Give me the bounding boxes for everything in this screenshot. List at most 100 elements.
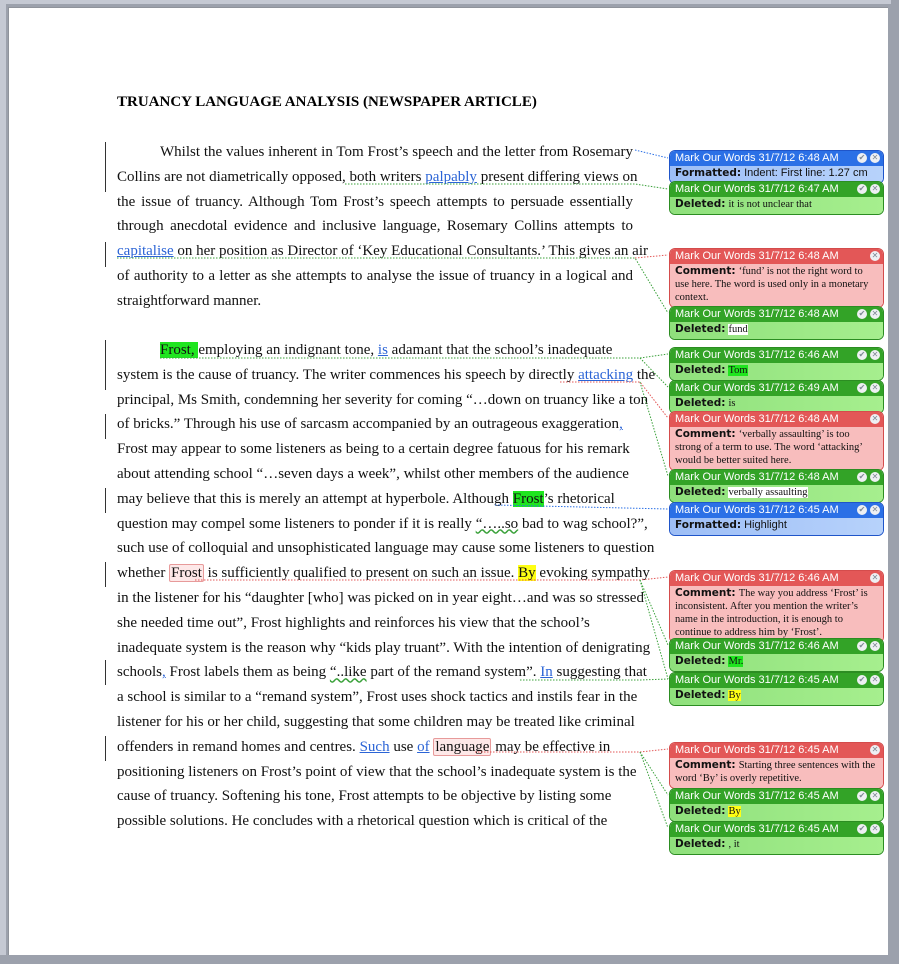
text-run: adamant that the school’s inadequate bbox=[387, 342, 613, 358]
balloon-label: Comment: bbox=[675, 428, 736, 440]
balloon-author: Mark Our Words bbox=[675, 152, 756, 164]
balloon-date: 31/7/12 6:49 AM bbox=[758, 382, 839, 394]
accept-change-icon[interactable]: ✔ bbox=[857, 675, 867, 685]
highlighted-text[interactable]: By bbox=[518, 565, 536, 582]
formatting-balloon[interactable]: Mark Our Words 31/7/12 6:48 AM ✔ ✕ Formatte… bbox=[669, 150, 884, 184]
balloon-header: Mark Our Words 31/7/12 6:46 AM ✔ ✕ bbox=[670, 639, 883, 654]
tracked-insertion[interactable]: capitalise bbox=[117, 243, 174, 259]
reject-change-icon[interactable]: ✕ bbox=[870, 505, 880, 515]
deletion-balloon[interactable]: Mark Our Words 31/7/12 6:45 AM ✔ ✕ Deleted:… bbox=[669, 788, 884, 822]
tracked-deletion-marker[interactable]: language bbox=[433, 737, 492, 756]
accept-change-icon[interactable]: ✔ bbox=[857, 309, 867, 319]
comment-balloon[interactable]: Mark Our Words 31/7/12 6:48 AM ✕ Comment: … bbox=[669, 411, 884, 471]
balloon-text: , it bbox=[728, 839, 740, 850]
tracked-insertion[interactable]: attacking bbox=[578, 367, 633, 383]
text-run: such use of colloquial and unsophisticat… bbox=[117, 540, 655, 557]
text-line: principal, Ms Smith, condemning her seve… bbox=[117, 390, 648, 410]
reject-change-icon[interactable]: ✕ bbox=[870, 184, 880, 194]
accept-change-icon[interactable]: ✔ bbox=[857, 505, 867, 515]
delete-comment-icon[interactable]: ✕ bbox=[870, 573, 880, 583]
text-line: of bricks.” Through his use of sarcasm a… bbox=[117, 414, 633, 434]
balloon-text: Indent: First line: 1.27 cm bbox=[744, 167, 868, 179]
tracked-deletion-marker[interactable]: Frost bbox=[169, 564, 204, 583]
text-line: such use of colloquial and unsophisticat… bbox=[117, 538, 654, 558]
deletion-balloon[interactable]: Mark Our Words 31/7/12 6:45 AM ✔ ✕ Deleted:… bbox=[669, 672, 884, 706]
delete-comment-icon[interactable]: ✕ bbox=[870, 251, 880, 261]
balloon-text: Highlight bbox=[744, 519, 787, 531]
accept-change-icon[interactable]: ✔ bbox=[857, 350, 867, 360]
change-bar bbox=[105, 242, 106, 267]
grammar-flag[interactable]: “..like bbox=[330, 664, 367, 680]
text-line: Whilst the values inherent in Tom Frost’… bbox=[160, 142, 633, 162]
balloon-author: Mark Our Words bbox=[675, 183, 756, 195]
text-run: positioning listeners on Frost’s point o… bbox=[117, 763, 637, 780]
text-run: through anecdotal evidence and inclusive… bbox=[117, 218, 633, 235]
reject-change-icon[interactable]: ✕ bbox=[870, 309, 880, 319]
balloon-header: Mark Our Words 31/7/12 6:45 AM ✔ ✕ bbox=[670, 822, 883, 837]
reject-change-icon[interactable]: ✕ bbox=[870, 472, 880, 482]
accept-change-icon[interactable]: ✔ bbox=[857, 824, 867, 834]
balloon-date: 31/7/12 6:48 AM bbox=[758, 308, 839, 320]
text-line: may believe that this is merely an attem… bbox=[117, 489, 633, 509]
balloon-date: 31/7/12 6:45 AM bbox=[758, 504, 839, 516]
accept-change-icon[interactable]: ✔ bbox=[857, 184, 867, 194]
formatting-balloon[interactable]: Mark Our Words 31/7/12 6:45 AM ✔ ✕ Formatte… bbox=[669, 502, 884, 536]
text-run: she needed time out”, Frost highlights a… bbox=[117, 614, 590, 631]
balloon-author: Mark Our Words bbox=[675, 471, 756, 483]
deletion-balloon[interactable]: Mark Our Words 31/7/12 6:45 AM ✔ ✕ Deleted:… bbox=[669, 821, 884, 855]
text-line: offenders in remand homes and centres. S… bbox=[117, 737, 633, 757]
delete-comment-icon[interactable]: ✕ bbox=[870, 745, 880, 755]
balloon-author: Mark Our Words bbox=[675, 640, 756, 652]
comment-balloon[interactable]: Mark Our Words 31/7/12 6:45 AM ✕ Comment: … bbox=[669, 742, 884, 789]
tracked-insertion[interactable]: , bbox=[619, 416, 623, 432]
tracked-insertion[interactable]: of bbox=[417, 739, 430, 755]
balloon-header: Mark Our Words 31/7/12 6:45 AM ✕ bbox=[670, 743, 883, 758]
reject-change-icon[interactable]: ✕ bbox=[870, 675, 880, 685]
text-line: Frost, employing an indignant tone, is a… bbox=[160, 340, 633, 360]
text-line: straightforward manner. bbox=[117, 291, 633, 311]
balloon-label: Deleted: bbox=[675, 655, 726, 667]
text-run: may be effective in bbox=[491, 738, 611, 755]
accept-change-icon[interactable]: ✔ bbox=[857, 383, 867, 393]
delete-comment-icon[interactable]: ✕ bbox=[870, 414, 880, 424]
comment-balloon[interactable]: Mark Our Words 31/7/12 6:48 AM ✕ Comment: … bbox=[669, 248, 884, 308]
balloon-header: Mark Our Words 31/7/12 6:46 AM ✔ ✕ bbox=[670, 348, 883, 363]
tracked-insertion[interactable]: is bbox=[378, 342, 388, 358]
reject-change-icon[interactable]: ✕ bbox=[870, 641, 880, 651]
text-line: she needed time out”, Frost highlights a… bbox=[117, 613, 633, 633]
deletion-balloon[interactable]: Mark Our Words 31/7/12 6:46 AM ✔ ✕ Deleted:… bbox=[669, 347, 884, 381]
tracked-insertion[interactable]: palpably bbox=[425, 169, 477, 185]
accept-change-icon[interactable]: ✔ bbox=[857, 153, 867, 163]
balloon-header: Mark Our Words 31/7/12 6:48 AM ✔ ✕ bbox=[670, 151, 883, 166]
highlighted-text[interactable]: Frost bbox=[160, 342, 191, 358]
highlighted-text[interactable]: Frost bbox=[512, 490, 544, 507]
text-run: principal, Ms Smith, condemning her seve… bbox=[117, 391, 649, 408]
text-line: through anecdotal evidence and inclusive… bbox=[117, 216, 633, 236]
text-run: bad to wag school?”, bbox=[518, 515, 648, 532]
deletion-balloon[interactable]: Mark Our Words 31/7/12 6:47 AM ✔ ✕ Deleted:… bbox=[669, 181, 884, 215]
text-run: a school is similar to a “remand system”… bbox=[117, 689, 638, 706]
accept-change-icon[interactable]: ✔ bbox=[857, 641, 867, 651]
deletion-balloon[interactable]: Mark Our Words 31/7/12 6:46 AM ✔ ✕ Deleted:… bbox=[669, 638, 884, 672]
balloon-text: verbally assaulting bbox=[728, 487, 808, 498]
reject-change-icon[interactable]: ✕ bbox=[870, 350, 880, 360]
document-title: TRUANCY LANGUAGE ANALYSIS (NEWSPAPER ART… bbox=[117, 94, 537, 110]
accept-change-icon[interactable]: ✔ bbox=[857, 791, 867, 801]
reject-change-icon[interactable]: ✕ bbox=[870, 383, 880, 393]
reject-change-icon[interactable]: ✕ bbox=[870, 824, 880, 834]
deletion-balloon[interactable]: Mark Our Words 31/7/12 6:48 AM ✔ ✕ Deleted:… bbox=[669, 306, 884, 340]
comment-balloon[interactable]: Mark Our Words 31/7/12 6:46 AM ✕ Comment: … bbox=[669, 570, 884, 643]
tracked-insertion[interactable]: In bbox=[540, 664, 553, 680]
deletion-balloon[interactable]: Mark Our Words 31/7/12 6:48 AM ✔ ✕ Deleted:… bbox=[669, 469, 884, 503]
reject-change-icon[interactable]: ✕ bbox=[870, 791, 880, 801]
tracked-insertion[interactable]: Such bbox=[360, 739, 390, 755]
text-run: on her position as Director of ‘Key Educ… bbox=[173, 243, 648, 260]
grammar-flag[interactable]: “…..so bbox=[476, 516, 519, 532]
deletion-balloon[interactable]: Mark Our Words 31/7/12 6:49 AM ✔ ✕ Deleted:… bbox=[669, 380, 884, 414]
balloon-body: Comment: Starting three sentences with t… bbox=[670, 758, 883, 788]
balloon-label: Deleted: bbox=[675, 486, 726, 498]
reject-change-icon[interactable]: ✕ bbox=[870, 153, 880, 163]
balloon-label: Deleted: bbox=[675, 805, 726, 817]
balloon-date: 31/7/12 6:45 AM bbox=[758, 823, 839, 835]
accept-change-icon[interactable]: ✔ bbox=[857, 472, 867, 482]
